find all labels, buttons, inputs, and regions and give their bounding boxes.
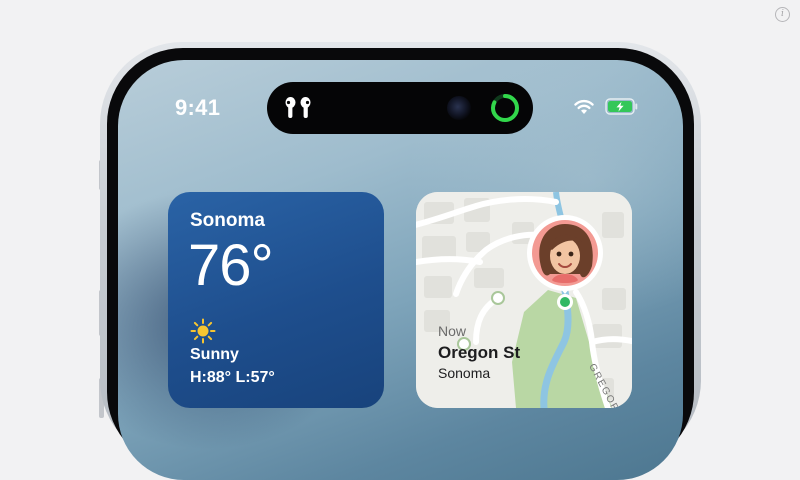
find-my-label: Now (438, 323, 467, 339)
info-icon[interactable]: i (775, 7, 790, 22)
weather-condition: Sunny (190, 346, 239, 363)
find-my-city: Sonoma (438, 365, 491, 381)
weather-widget[interactable]: Sonoma 76° Sunny H:88° L:57° (168, 192, 384, 408)
find-my-widget[interactable]: Now Oregon St Sonoma GREGORY CIR (416, 192, 632, 408)
wifi-icon (574, 99, 594, 114)
sun-icon (190, 318, 216, 344)
find-my-street: Oregon St (438, 343, 521, 362)
activity-ring-icon (491, 94, 519, 122)
weather-city: Sonoma (190, 210, 265, 231)
weather-high-low: H:88° L:57° (190, 369, 275, 386)
airpods-icon (285, 97, 311, 118)
battery-charging-icon (605, 98, 638, 115)
weather-temperature: 76° (188, 233, 274, 298)
front-camera (447, 96, 471, 120)
status-time: 9:41 (175, 95, 221, 120)
memoji-avatar (527, 215, 603, 310)
lock-screen: 9:41 Sonoma 76° Sunny H:88° L:57° Now Or… (118, 60, 683, 480)
dynamic-island[interactable] (267, 82, 533, 134)
